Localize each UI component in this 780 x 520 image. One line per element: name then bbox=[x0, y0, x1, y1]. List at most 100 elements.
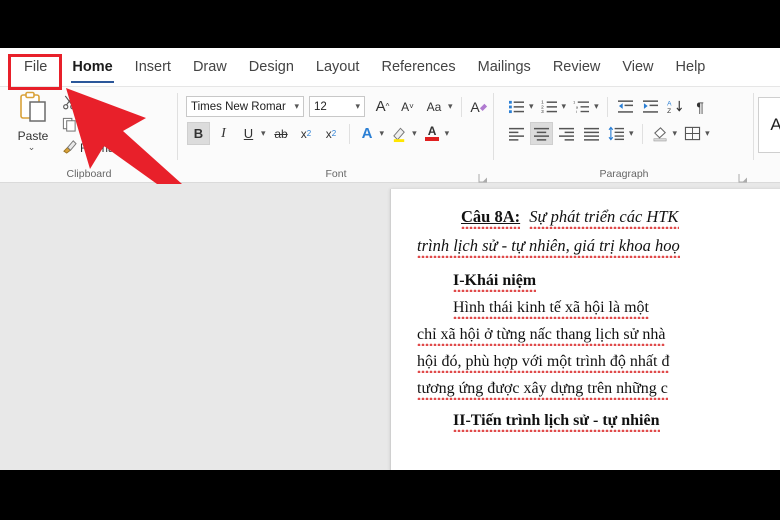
strikethrough-button[interactable]: ab bbox=[270, 122, 293, 145]
cut-label: Cut bbox=[80, 97, 99, 111]
svg-text:1: 1 bbox=[573, 101, 575, 105]
grow-font-button[interactable]: A ^ bbox=[371, 95, 394, 118]
chevron-down-icon[interactable]: ▾ bbox=[445, 128, 450, 139]
align-right-icon bbox=[559, 127, 574, 141]
cut-button[interactable]: Cut bbox=[58, 93, 129, 115]
chevron-down-icon[interactable]: ▾ bbox=[261, 128, 266, 139]
font-color-button[interactable]: A bbox=[421, 122, 444, 145]
paste-chevron-icon[interactable]: ⌄ bbox=[6, 143, 57, 152]
tab-review[interactable]: Review bbox=[542, 48, 612, 86]
chevron-down-icon[interactable]: ▾ bbox=[673, 128, 678, 139]
doc-question-label: Câu 8A: bbox=[461, 207, 521, 229]
paste-button[interactable]: Paste ⌄ bbox=[6, 91, 60, 152]
align-right-button[interactable] bbox=[555, 122, 578, 145]
sort-button[interactable]: A Z bbox=[664, 95, 687, 118]
doc-heading-2: II-Tiến trình lịch sử - tự nhiên bbox=[453, 412, 780, 432]
chevron-down-icon[interactable]: ▾ bbox=[355, 101, 360, 112]
highlight-button[interactable] bbox=[388, 122, 411, 145]
numbering-icon: 1 2 3 bbox=[541, 100, 557, 114]
tab-help[interactable]: Help bbox=[665, 48, 717, 86]
copy-button[interactable]: Copy bbox=[58, 115, 129, 137]
line-spacing-icon bbox=[608, 126, 624, 141]
chevron-down-icon[interactable]: ▾ bbox=[380, 128, 385, 139]
document-text-body[interactable]: Câu 8A: Sự phát triển các HTK trình lịch… bbox=[391, 189, 780, 432]
doc-body-line-2: chỉ xã hội ở từng nấc thang lịch sử nhà bbox=[417, 326, 780, 346]
shading-bucket-icon bbox=[653, 126, 666, 141]
increase-indent-icon bbox=[642, 100, 658, 113]
tab-view[interactable]: View bbox=[611, 48, 664, 86]
decrease-indent-button[interactable] bbox=[614, 95, 637, 118]
bold-button[interactable]: B bbox=[187, 122, 210, 145]
grow-font-icon: A bbox=[375, 98, 386, 115]
subscript-button[interactable]: x2 bbox=[295, 122, 318, 145]
clipboard-group-label: Clipboard bbox=[66, 168, 112, 180]
chevron-down-icon[interactable]: ▾ bbox=[294, 101, 299, 112]
font-row-1: Times New Romar ▾ 12 ▾ A ^ A ˅ Aa ▾ A bbox=[182, 93, 494, 120]
doc-title-line-1: Câu 8A: Sự phát triển các HTK bbox=[461, 207, 780, 229]
shrink-font-button[interactable]: A ˅ bbox=[396, 95, 419, 118]
doc-body-line-4-text: tương ứng được xây dựng trên những c bbox=[417, 380, 668, 400]
tab-home[interactable]: Home bbox=[61, 48, 123, 86]
document-page[interactable]: Câu 8A: Sự phát triển các HTK trình lịch… bbox=[390, 189, 780, 470]
change-case-button[interactable]: Aa bbox=[421, 95, 447, 118]
svg-text:A: A bbox=[667, 101, 672, 108]
numbering-button[interactable]: 1 2 3 bbox=[538, 95, 561, 118]
doc-body-line-3-text: hội đó, phù hợp với một trình độ nhất đ bbox=[417, 353, 670, 373]
line-spacing-button[interactable] bbox=[605, 122, 628, 145]
svg-text:3: 3 bbox=[541, 109, 544, 114]
align-left-button[interactable] bbox=[505, 122, 528, 145]
chevron-down-icon[interactable]: ▾ bbox=[629, 128, 634, 139]
format-painter-button[interactable]: Format P bbox=[58, 137, 129, 159]
show-formatting-marks-button[interactable]: ¶ bbox=[689, 95, 712, 118]
italic-button[interactable]: I bbox=[212, 122, 235, 145]
shrink-font-icon: A bbox=[401, 99, 410, 114]
highlighter-icon bbox=[393, 127, 405, 142]
chevron-down-icon[interactable]: ▾ bbox=[705, 128, 710, 139]
clipboard-dialog-launcher[interactable] bbox=[162, 170, 172, 183]
ribbon-group-styles: A bbox=[754, 87, 780, 182]
doc-title-line-2: trình lịch sử - tự nhiên, giá trị khoa h… bbox=[417, 236, 780, 258]
chevron-down-icon[interactable]: ▾ bbox=[448, 101, 453, 112]
divider bbox=[606, 96, 608, 117]
tab-mailings[interactable]: Mailings bbox=[467, 48, 542, 86]
doc-title-italic-1: Sự phát triển các HTK bbox=[529, 207, 679, 229]
font-row-2: B I U ▾ ab x2 x2 A ▾ ▾ A ▾ bbox=[182, 120, 494, 147]
svg-text:i: i bbox=[576, 110, 577, 114]
tab-layout[interactable]: Layout bbox=[305, 48, 371, 86]
bullets-button[interactable] bbox=[505, 95, 528, 118]
justify-button[interactable] bbox=[580, 122, 603, 145]
font-group-label: Font bbox=[325, 168, 347, 180]
font-dialog-launcher[interactable] bbox=[478, 170, 488, 183]
shading-button[interactable] bbox=[649, 122, 672, 145]
doc-title-italic-2: trình lịch sử - tự nhiên, giá trị khoa h… bbox=[417, 236, 680, 258]
superscript-button[interactable]: x2 bbox=[320, 122, 343, 145]
paragraph-dialog-launcher[interactable] bbox=[738, 170, 748, 183]
style-sample-text: A bbox=[770, 115, 780, 134]
chevron-down-icon[interactable]: ▾ bbox=[529, 101, 534, 112]
tab-references[interactable]: References bbox=[370, 48, 466, 86]
align-center-button[interactable] bbox=[530, 122, 553, 145]
sort-icon: A Z bbox=[667, 101, 682, 114]
style-gallery-item[interactable]: A bbox=[758, 97, 780, 153]
doc-body-line-1-text: Hình thái kinh tế xã hội là một bbox=[453, 299, 649, 319]
text-effects-button[interactable]: A bbox=[356, 122, 379, 145]
paintbrush-icon bbox=[58, 139, 80, 157]
clear-formatting-button[interactable]: A bbox=[468, 95, 491, 118]
multilevel-list-button[interactable]: 1 a i bbox=[570, 95, 593, 118]
text-effects-icon: A bbox=[361, 125, 373, 142]
borders-button[interactable] bbox=[681, 122, 704, 145]
chevron-down-icon[interactable]: ▾ bbox=[412, 128, 417, 139]
doc-heading-1-text: I-Khái niệm bbox=[453, 272, 537, 292]
font-name-combobox[interactable]: Times New Romar ▾ bbox=[186, 96, 304, 117]
clipboard-commands: Cut Copy Format P bbox=[58, 93, 129, 159]
tab-draw[interactable]: Draw bbox=[182, 48, 238, 86]
underline-button[interactable]: U bbox=[237, 122, 260, 145]
chevron-down-icon[interactable]: ▾ bbox=[562, 101, 567, 112]
font-size-combobox[interactable]: 12 ▾ bbox=[309, 96, 365, 117]
file-tab-highlight-box bbox=[8, 54, 62, 90]
increase-indent-button[interactable] bbox=[639, 95, 662, 118]
tab-design[interactable]: Design bbox=[238, 48, 305, 86]
tab-insert[interactable]: Insert bbox=[124, 48, 182, 86]
letterbox-top bbox=[0, 0, 780, 48]
chevron-down-icon[interactable]: ▾ bbox=[594, 101, 599, 112]
